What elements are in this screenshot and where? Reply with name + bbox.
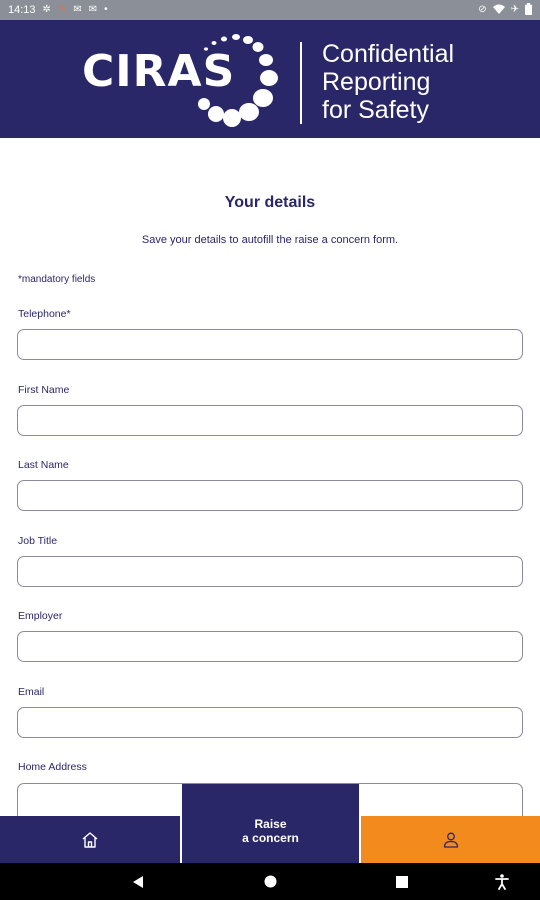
tagline-line: Confidential [322, 40, 455, 68]
dot-icon: • [104, 4, 108, 15]
wifi-icon [492, 4, 505, 17]
app-header: CIRAS Confidential Reporting for Safety [0, 20, 540, 138]
employer-label: Employer [18, 610, 63, 622]
mail-icon: ✉ [73, 4, 82, 15]
home-icon [82, 831, 98, 848]
home-circle-icon [264, 875, 276, 888]
tagline-line: for Safety [322, 96, 429, 124]
employer-input[interactable] [17, 631, 523, 662]
telephone-input[interactable] [17, 329, 523, 360]
no-sim-icon: ⊘ [478, 4, 487, 15]
battery-icon [525, 2, 532, 18]
last-name-label: Last Name [18, 459, 69, 471]
raise-label-line2: a concern [242, 831, 299, 845]
raise-label-line1: Raise [254, 817, 287, 831]
tagline-line: Reporting [322, 68, 431, 96]
status-time: 14:13 [8, 4, 36, 16]
first-name-label: First Name [18, 384, 70, 396]
status-bar: 14:13 ✲ ✎ ✉ ✉ • ⊘ ✈ [0, 0, 540, 20]
ciras-logo-dots-icon [198, 34, 278, 127]
home-address-label: Home Address [18, 761, 87, 773]
details-form: Your details Save your details to autofi… [0, 138, 540, 816]
notification-icon: ✎ [57, 4, 67, 15]
page-title: Your details [224, 194, 316, 211]
logo-divider [300, 42, 302, 124]
job-title-input[interactable] [17, 556, 523, 587]
raise-concern-button[interactable]: Raise a concern [182, 784, 359, 863]
accessibility-button[interactable] [484, 863, 520, 900]
accessibility-icon [495, 873, 509, 890]
settings-icon: ✲ [42, 4, 51, 15]
recents-icon [396, 875, 408, 888]
page-subtitle: Save your details to autofill the raise … [141, 234, 399, 246]
last-name-input[interactable] [17, 480, 523, 511]
mandatory-note: *mandatory fields [18, 274, 96, 285]
back-icon [133, 875, 143, 888]
bottom-nav: Raise a concern [0, 784, 540, 863]
android-nav-bar [0, 863, 540, 900]
first-name-input[interactable] [17, 405, 523, 436]
recents-button[interactable] [384, 863, 420, 900]
nav-home-button[interactable] [0, 816, 180, 863]
system-home-button[interactable] [252, 863, 288, 900]
telephone-label: Telephone* [18, 308, 71, 320]
job-title-label: Job Title [18, 535, 58, 547]
email-label: Email [18, 686, 45, 698]
nav-profile-button[interactable] [361, 816, 540, 863]
airplane-icon: ✈ [510, 4, 519, 15]
back-button[interactable] [120, 863, 156, 900]
email-input[interactable] [17, 707, 523, 738]
mail-icon: ✉ [88, 4, 98, 15]
person-icon [443, 832, 458, 848]
tagline: Confidential Reporting for Safety [322, 40, 454, 124]
